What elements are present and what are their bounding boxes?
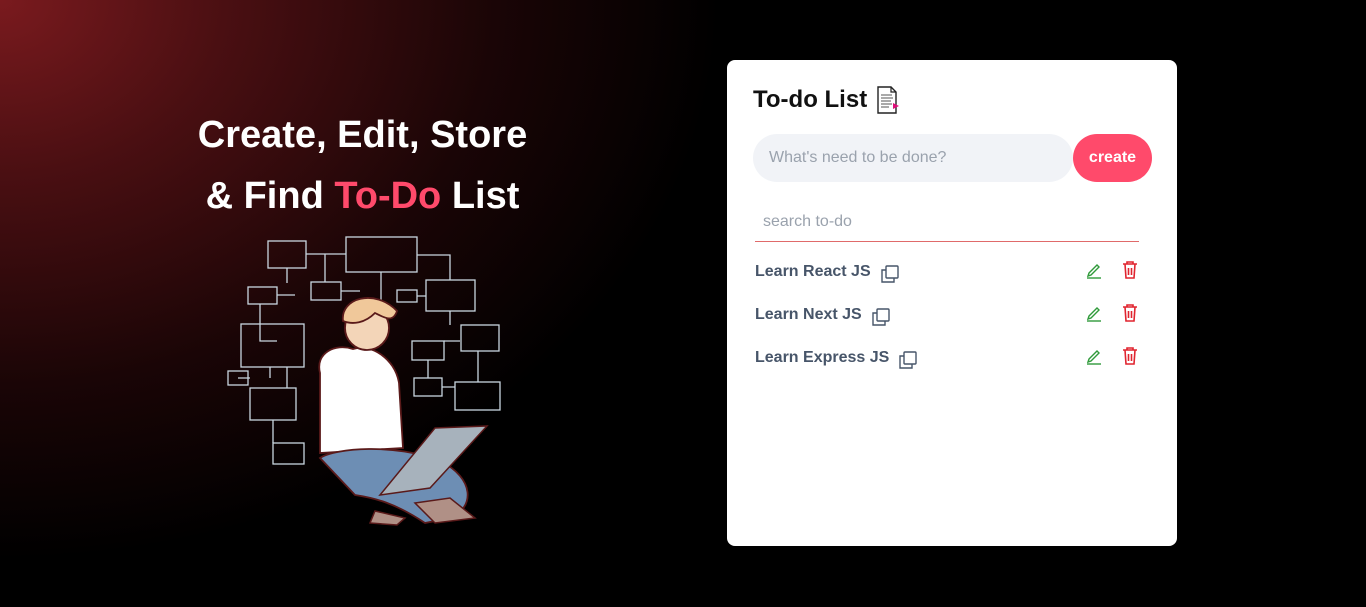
- edit-icon[interactable]: [1085, 261, 1103, 279]
- create-row: create: [753, 134, 1153, 182]
- hero-line-2-suffix: List: [441, 175, 520, 217]
- hero-line-2-accent: To-Do: [334, 175, 442, 217]
- edit-icon[interactable]: [1085, 304, 1103, 322]
- hero-line-1: Create, Edit, Store: [197, 114, 528, 156]
- delete-icon[interactable]: [1121, 346, 1139, 366]
- new-todo-input[interactable]: [753, 134, 1073, 182]
- delete-icon[interactable]: [1121, 260, 1139, 280]
- document-icon: [877, 86, 900, 114]
- hero-heading: Create, Edit, Store & Find To-Do List: [150, 105, 575, 227]
- copy-icon[interactable]: [872, 307, 890, 326]
- copy-icon[interactable]: [899, 350, 917, 369]
- create-button[interactable]: create: [1073, 134, 1152, 182]
- search-input[interactable]: [755, 202, 1139, 242]
- todo-item: Learn React JS: [755, 250, 1139, 293]
- card-title-text: To-do List: [753, 86, 868, 113]
- card-title: To-do List: [753, 86, 900, 114]
- edit-icon[interactable]: [1085, 347, 1103, 365]
- todo-text: Learn React JS: [755, 262, 871, 280]
- todo-item: Learn Next JS: [755, 293, 1139, 336]
- delete-icon[interactable]: [1121, 303, 1139, 323]
- todo-item: Learn Express JS: [755, 336, 1139, 379]
- hero-line-2-prefix: & Find: [205, 175, 335, 217]
- todo-card: To-do List create Learn React JS Learn N…: [727, 60, 1177, 546]
- todo-text: Learn Express JS: [755, 348, 890, 366]
- todo-list: Learn React JS Learn Next JS Learn Expre…: [755, 250, 1139, 379]
- hero-line-2: & Find To-Do List: [150, 166, 575, 227]
- copy-icon[interactable]: [880, 264, 899, 283]
- person-with-laptop-illustration: [227, 236, 501, 526]
- todo-text: Learn Next JS: [755, 305, 862, 323]
